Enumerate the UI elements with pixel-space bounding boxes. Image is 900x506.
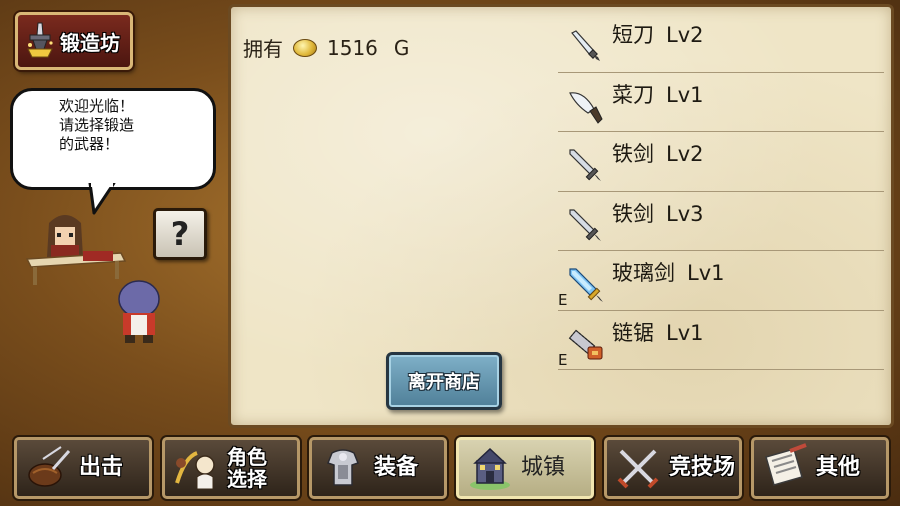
tab-other[interactable]: 其他 xyxy=(751,437,889,499)
character-select-icon xyxy=(171,443,221,493)
weapon-row[interactable]: 玻璃剑 Lv1 E xyxy=(558,251,884,311)
tab-label-line1: 角色 xyxy=(227,445,267,469)
town-icon xyxy=(465,443,515,493)
tab-label: 城镇 xyxy=(521,455,566,480)
speech-line-1: 欢迎光临！ xyxy=(59,97,135,115)
equipped-mark: E xyxy=(558,291,568,309)
equipment-icon xyxy=(318,443,368,493)
chainsaw-icon xyxy=(566,325,606,365)
weapon-row[interactable]: 菜刀 Lv1 xyxy=(558,73,884,132)
weapon-name: 铁剑 xyxy=(612,201,654,226)
tab-label-line2: 选择 xyxy=(227,467,267,491)
npc-speech-bubble: 欢迎光临！ 请选择锻造 的武器！ xyxy=(10,88,216,190)
weapon-level: Lv2 xyxy=(666,23,704,47)
tab-arena[interactable]: 竞技场 xyxy=(604,437,742,499)
tab-label: 其他 xyxy=(816,455,861,480)
anvil-icon xyxy=(24,21,56,61)
arena-icon xyxy=(613,443,663,493)
tab-label: 装备 xyxy=(374,455,419,480)
weapon-name: 铁剑 xyxy=(612,142,654,166)
gold-label: 拥有 xyxy=(243,37,283,61)
shopkeeper-sprite xyxy=(47,215,83,257)
iron-sword-icon xyxy=(566,206,606,246)
weapon-row[interactable]: 链锯 Lv1 E xyxy=(558,311,884,370)
gold-coin-icon xyxy=(293,38,317,57)
tab-label: 出击 xyxy=(79,455,124,480)
counter-table xyxy=(25,251,127,285)
bottom-nav: 出击 角色 选择 装备 城镇 竞技场 其他 xyxy=(0,432,900,506)
gold-unit: G xyxy=(393,35,410,60)
tab-sortie[interactable]: 出击 xyxy=(14,437,152,499)
weapon-row[interactable]: 铁剑 Lv2 xyxy=(558,132,884,192)
gold-amount: 1516 xyxy=(327,35,378,60)
shop-panel: 拥有 1516 G 短刀 Lv2 菜刀 Lv1 铁剑 Lv2 铁剑 Lv3 玻璃… xyxy=(228,4,894,428)
kitchen-knife-icon xyxy=(566,87,606,127)
tab-label: 竞技场 xyxy=(669,455,736,480)
glass-sword-icon xyxy=(566,265,606,305)
weapon-name: 短刀 xyxy=(612,23,654,47)
shop-title: 锻造坊 xyxy=(60,30,120,55)
shop-title-badge: 锻造坊 xyxy=(15,12,133,70)
sortie-icon xyxy=(23,443,73,493)
weapon-level: Lv1 xyxy=(666,320,704,345)
weapon-name: 玻璃剑 xyxy=(612,261,675,285)
weapon-level: Lv2 xyxy=(666,142,704,166)
tab-equipment[interactable]: 装备 xyxy=(309,437,447,499)
weapon-name: 链锯 xyxy=(612,320,654,345)
leave-shop-button[interactable]: 离开商店 xyxy=(386,352,502,410)
weapon-name: 菜刀 xyxy=(612,82,654,107)
speech-line-2: 请选择锻造 xyxy=(59,116,135,134)
other-icon xyxy=(760,443,810,493)
gold-display: 拥有 1516 G xyxy=(243,33,409,62)
weapon-list: 短刀 Lv2 菜刀 Lv1 铁剑 Lv2 铁剑 Lv3 玻璃剑 Lv1 E 链锯… xyxy=(558,13,884,370)
iron-sword-icon xyxy=(566,146,606,186)
weapon-level: Lv3 xyxy=(666,201,704,226)
weapon-level: Lv1 xyxy=(666,82,704,107)
shopkeeper-and-player-sprites xyxy=(25,215,160,343)
speech-line-3: 的武器！ xyxy=(59,135,120,153)
weapon-row[interactable]: 铁剑 Lv3 xyxy=(558,192,884,251)
tab-town[interactable]: 城镇 xyxy=(456,437,594,499)
tab-character-select[interactable]: 角色 选择 xyxy=(162,437,300,499)
shop-scene xyxy=(25,205,165,355)
dagger-icon xyxy=(566,27,606,67)
weapon-level: Lv1 xyxy=(687,261,725,285)
player-sprite xyxy=(118,280,160,343)
weapon-row[interactable]: 短刀 Lv2 xyxy=(558,13,884,73)
equipped-mark: E xyxy=(558,350,568,369)
